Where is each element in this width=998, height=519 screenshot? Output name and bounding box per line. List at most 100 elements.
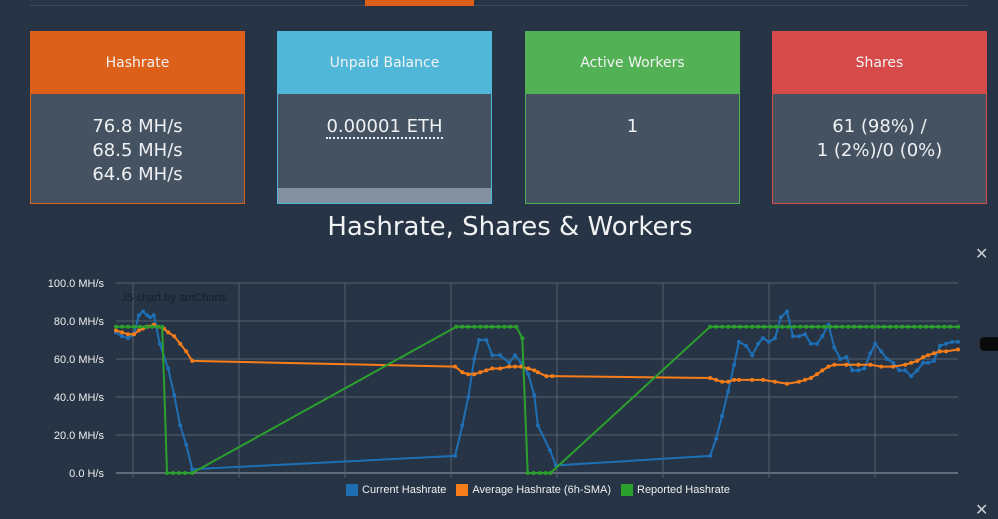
data-point — [828, 324, 833, 329]
legend-current-hashrate[interactable]: Current Hashrate — [346, 484, 446, 496]
data-point — [136, 313, 141, 318]
legend-average-hashrate[interactable]: Average Hashrate (6h-SMA) — [456, 484, 611, 496]
data-point — [906, 324, 911, 329]
data-point — [820, 334, 825, 339]
data-point — [891, 364, 896, 369]
hashrate-card-title: Hashrate — [31, 32, 244, 94]
data-point — [726, 379, 731, 384]
data-point — [114, 328, 118, 333]
unpaid-balance-title: Unpaid Balance — [278, 32, 491, 94]
data-point — [772, 336, 777, 341]
data-point — [879, 349, 884, 354]
data-point — [778, 315, 783, 320]
data-point — [151, 313, 156, 318]
data-point — [513, 353, 518, 358]
data-point — [846, 324, 851, 329]
balance-progress-strip — [278, 188, 491, 203]
data-point — [132, 332, 137, 337]
data-point — [956, 339, 960, 344]
data-point — [507, 364, 512, 369]
data-point — [768, 324, 773, 329]
data-point — [942, 324, 947, 329]
data-point — [891, 360, 896, 365]
active-workers-value: 1 — [626, 116, 639, 137]
data-point — [790, 334, 795, 339]
y-tick-label: 60.0 MH/s — [54, 354, 105, 366]
data-point — [873, 341, 878, 346]
legend-reported-hashrate[interactable]: Reported Hashrate — [621, 484, 730, 496]
data-point — [879, 364, 884, 369]
data-point — [514, 324, 519, 329]
data-point — [814, 341, 819, 346]
data-point — [912, 324, 917, 329]
data-point — [808, 341, 813, 346]
data-point — [720, 414, 725, 418]
data-point — [120, 324, 125, 329]
data-point — [126, 324, 131, 329]
data-point — [126, 332, 131, 337]
data-point — [708, 453, 713, 458]
legend-label: Current Hashrate — [362, 484, 447, 496]
hashrate-card: Hashrate 76.8 MH/s 68.5 MH/s 64.6 MH/s — [30, 31, 245, 204]
data-point — [826, 364, 831, 369]
data-point — [148, 315, 153, 320]
data-point — [921, 355, 926, 360]
unpaid-balance-value[interactable]: 0.00001 ETH — [326, 117, 443, 139]
data-point — [804, 324, 809, 329]
data-point — [903, 362, 908, 367]
data-point — [732, 377, 737, 382]
data-point — [184, 442, 189, 447]
data-point — [732, 324, 737, 329]
data-point — [756, 324, 761, 329]
data-point — [520, 336, 525, 341]
current-hashrate-value: 76.8 MH/s — [92, 116, 183, 137]
data-point — [184, 349, 189, 354]
data-point — [171, 471, 176, 475]
data-point — [150, 324, 155, 329]
data-point — [472, 324, 477, 329]
data-point — [918, 324, 923, 329]
data-point — [852, 324, 857, 329]
data-point — [460, 370, 465, 375]
data-point — [885, 357, 890, 361]
data-point — [453, 364, 458, 369]
data-point — [876, 324, 881, 329]
data-point — [814, 372, 819, 377]
data-point — [460, 324, 465, 329]
data-point — [726, 324, 731, 329]
top-divider — [30, 5, 968, 6]
legend-swatch — [621, 484, 633, 496]
data-point — [166, 330, 171, 335]
data-point — [543, 471, 548, 475]
data-point — [183, 471, 188, 475]
data-point — [810, 324, 815, 329]
data-point — [956, 324, 960, 329]
data-point — [454, 324, 459, 329]
data-point — [856, 368, 861, 373]
data-point — [796, 379, 801, 384]
data-point — [925, 353, 930, 358]
data-point — [943, 341, 948, 346]
data-point — [484, 324, 489, 329]
data-point — [157, 341, 162, 346]
data-point — [792, 324, 797, 329]
data-point — [868, 362, 873, 367]
data-point — [900, 324, 905, 329]
legend-swatch — [346, 484, 359, 496]
data-point — [466, 395, 471, 399]
data-point — [948, 324, 953, 329]
legend-label: Average Hashrate (6h-SMA) — [472, 484, 611, 496]
chart-credit[interactable]: JS chart by amCharts — [121, 292, 227, 304]
active-tab-indicator[interactable] — [365, 0, 474, 6]
data-point — [531, 471, 536, 475]
chart-legend: Current Hashrate Average Hashrate (6h-SM… — [0, 484, 998, 496]
data-point — [548, 471, 553, 475]
data-point — [490, 366, 495, 371]
data-point — [864, 324, 869, 329]
data-point — [850, 368, 855, 373]
data-point — [498, 366, 503, 371]
data-point — [844, 362, 849, 367]
data-point — [858, 324, 863, 329]
data-point — [547, 448, 552, 453]
data-point — [936, 324, 941, 329]
